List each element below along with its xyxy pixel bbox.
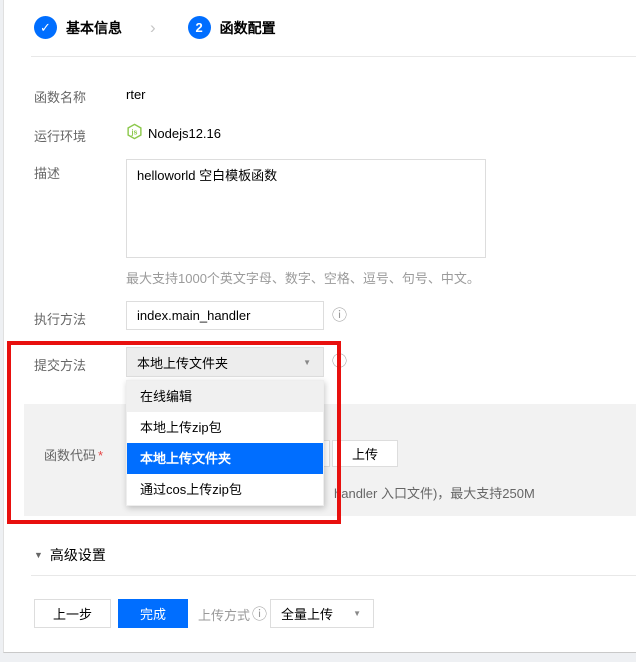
triangle-down-icon: ▼ [34,550,43,560]
function-name-value: rter [126,87,146,102]
submit-method-label: 提交方法 [34,355,86,374]
step2-label: 函数配置 [220,18,276,38]
function-code-section: 函数代码* 上传 handler 入口文件)，最大支持250M [24,404,636,516]
function-name-label: 函数名称 [34,87,86,106]
description-hint: 最大支持1000个英文字母、数字、空格、逗号、句号、中文。 [126,268,480,287]
chevron-down-icon: ▼ [303,358,323,367]
step-separator-chevron-icon: › [150,18,156,38]
submit-method-dropdown-menu: 在线编辑 本地上传zip包 本地上传文件夹 通过cos上传zip包 [126,380,324,506]
upload-mode-selected-value: 全量上传 [271,604,353,623]
finish-button[interactable]: 完成 [118,599,188,628]
chevron-down-icon: ▼ [353,609,373,618]
upload-mode-select[interactable]: 全量上传 ▼ [270,599,374,628]
step-indicator: ✓ 基本信息 › 2 函数配置 [34,16,276,39]
advanced-settings-toggle[interactable]: ▼ 高级设置 [34,545,106,565]
dropdown-option-local-folder[interactable]: 本地上传文件夹 [127,443,323,474]
upload-mode-label: 上传方式 [198,605,250,624]
dropdown-option-local-zip[interactable]: 本地上传zip包 [127,412,323,443]
svg-text:js: js [131,128,138,136]
function-code-label: 函数代码* [44,445,103,464]
function-code-hint: handler 入口文件)，最大支持250M [334,483,535,502]
step1-check-icon: ✓ [34,16,57,39]
step1-label: 基本信息 [66,18,122,38]
required-asterisk: * [98,448,103,463]
header-divider [31,56,636,57]
footer-divider [31,575,636,576]
handler-info-icon[interactable]: ⓘ [332,308,347,323]
step2-circle: 2 [188,16,211,39]
upload-mode-info-icon[interactable]: ⓘ [252,607,267,622]
step2-number: 2 [196,20,203,35]
dropdown-option-online-edit[interactable]: 在线编辑 [127,381,323,412]
description-textarea[interactable]: helloworld 空白模板函数 [126,159,486,258]
upload-button[interactable]: 上传 [332,440,398,467]
submit-method-info-icon[interactable]: ⓘ [332,354,347,369]
submit-method-selected-value: 本地上传文件夹 [127,353,303,372]
upload-mode-group: 上传方式 ⓘ [198,605,267,624]
runtime-label: 运行环境 [34,126,86,145]
description-label: 描述 [34,163,60,182]
page-frame: ✓ 基本信息 › 2 函数配置 函数名称 rter 运行环境 js Nodejs… [0,0,636,662]
advanced-settings-label: 高级设置 [50,545,106,565]
check-icon: ✓ [40,20,51,36]
wizard-panel: ✓ 基本信息 › 2 函数配置 函数名称 rter 运行环境 js Nodejs… [3,0,636,653]
submit-method-select[interactable]: 本地上传文件夹 ▼ [126,347,324,377]
dropdown-option-cos-zip[interactable]: 通过cos上传zip包 [127,474,323,505]
handler-input[interactable] [126,301,324,330]
previous-step-button[interactable]: 上一步 [34,599,111,628]
runtime-value: Nodejs12.16 [148,126,221,141]
handler-label: 执行方法 [34,309,86,328]
nodejs-icon: js [126,123,143,140]
